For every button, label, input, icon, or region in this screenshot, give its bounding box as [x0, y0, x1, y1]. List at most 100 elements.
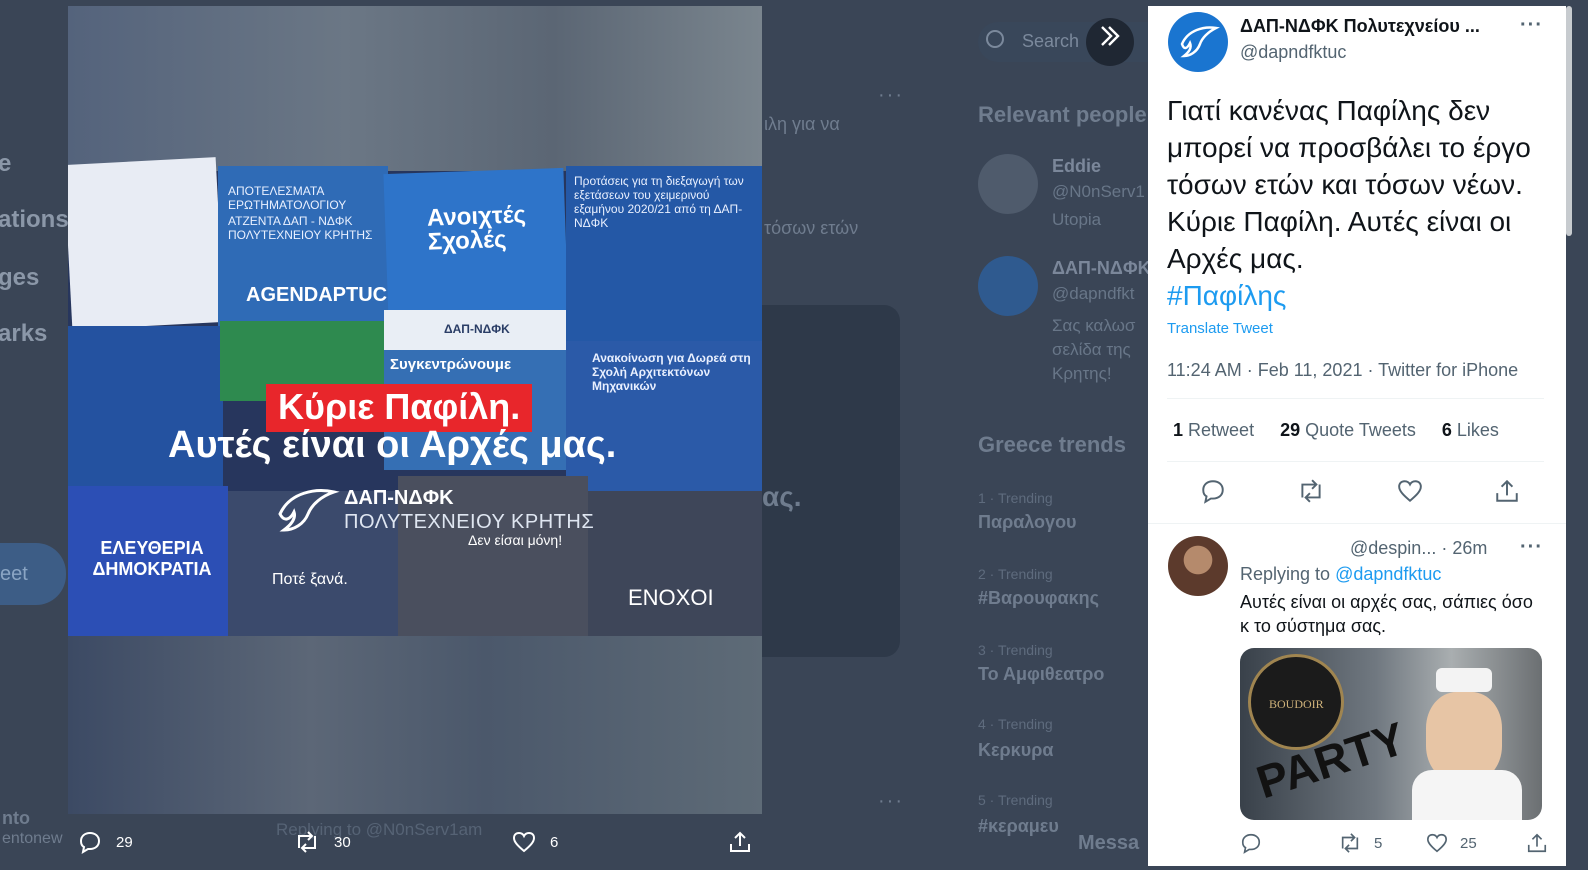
tweet-actions	[1200, 478, 1520, 504]
replying-prefix: Replying to	[1240, 564, 1331, 584]
person-bio: Σας καλωσ σελίδα της Κρητης!	[1052, 316, 1136, 383]
agenda-tile: AGENDAPTUC	[218, 268, 398, 326]
tile-text: ΑΤΖΕΝΤΑ ΔΑΠ - ΝΔΦΚ ΠΟΛΥΤΕΧΝΕΙΟΥ ΚΡΗΤΗΣ	[228, 214, 373, 242]
tile-text: ΕΛΕΥΘΕΡΙΑ ΔΗΜΟΚΡΑΤΙΑ	[92, 538, 212, 579]
reply-image[interactable]: BOUDOIR PARTY	[1240, 648, 1542, 820]
replying-to-link[interactable]: @dapndfktuc	[1335, 564, 1441, 584]
reply-button[interactable]: 29	[78, 830, 133, 854]
scrollbar[interactable]	[1566, 6, 1572, 236]
reply-text: Αυτές είναι οι αρχές σας, σάπιες όσο κ τ…	[1240, 592, 1533, 636]
trend-meta: 1 · Trending	[978, 490, 1053, 506]
photo-collage-bottom	[68, 636, 762, 814]
trend-meta: 5 · Trending	[978, 792, 1053, 808]
trend-name[interactable]: Κερκυρα	[978, 740, 1053, 761]
bg-text: ας.	[762, 481, 802, 512]
share-icon[interactable]	[1494, 478, 1520, 504]
trend-name[interactable]: #κεραμευ	[978, 816, 1059, 837]
retweet-icon[interactable]	[1297, 478, 1325, 504]
heart-icon[interactable]	[1397, 478, 1423, 504]
tile-text: ΔΑΠ-ΝΔΦΚ	[444, 322, 510, 336]
avatar[interactable]	[978, 154, 1038, 214]
tweet-timestamp[interactable]: 11:24 AM · Feb 11, 2021 · Twitter for iP…	[1167, 360, 1518, 381]
like-button[interactable]: 6	[512, 830, 558, 854]
person-figure	[1412, 770, 1522, 820]
nav-item[interactable]: arks	[0, 320, 47, 348]
nurse-cap	[1436, 668, 1492, 692]
translate-tweet-link[interactable]: Translate Tweet	[1167, 320, 1273, 337]
search-icon	[986, 30, 1004, 48]
person-name[interactable]: ΔΑΠ-ΝΔΦΚ	[1052, 258, 1151, 279]
next-media-button[interactable]	[1086, 18, 1134, 66]
heart-icon	[1427, 833, 1447, 853]
tweet-text: Γιατί κανένας Παφίλης δεν μπορεί να προσ…	[1167, 92, 1559, 314]
media-image: ΑΠΟΤΕΛΕΣΜΑΤΑ ΕΡΩΤΗΜΑΤΟΛΟΓΙΟΥ ΑΤΖΕΝΤΑ ΔΑΠ…	[68, 6, 762, 814]
more-options-icon[interactable]: ···	[1520, 536, 1543, 559]
announcement-tile: Ανακοίνωση για Δωρεά στη Σχολή Αρχιτεκτό…	[566, 341, 762, 491]
nav-item[interactable]: e	[0, 150, 11, 178]
trend-name[interactable]: Παραλογου	[978, 512, 1077, 533]
nav-item[interactable]: ations	[0, 206, 69, 234]
retweet-count: 5	[1374, 834, 1383, 852]
media-actions-bar: 29 30 6	[68, 826, 768, 866]
person-handle: @N0nServ1	[1052, 182, 1145, 201]
left-nav: e ations ges arks	[0, 0, 70, 870]
like-count: 6	[550, 833, 559, 851]
account-handle: entonew	[2, 830, 63, 847]
dap-tile: ΔΑΠ-ΝΔΦΚ	[384, 310, 566, 350]
author-name[interactable]: ΔΑΠ-ΝΔΦΚ Πολυτεχνείου ...	[1240, 16, 1480, 37]
dove-logo-icon	[1180, 26, 1220, 58]
tile-text: AGENDAPTUC	[246, 284, 388, 306]
tweet-stats: 1 Retweet 29 Quote Tweets 6 Likes	[1173, 420, 1499, 441]
reply-count: 29	[116, 833, 133, 851]
nav-item[interactable]: ges	[0, 264, 39, 292]
relevant-people-title: Relevant people	[978, 102, 1147, 127]
document-tile	[68, 157, 225, 330]
share-icon	[1527, 833, 1547, 853]
tile-text: ΑΠΟΤΕΛΕΣΜΑΤΑ ΕΡΩΤΗΜΑΤΟΛΟΓΙΟΥ	[228, 184, 347, 212]
likes-stat[interactable]: 6 Likes	[1442, 420, 1499, 441]
share-button[interactable]	[1526, 832, 1560, 854]
tile-text: Ανακοίνωση για Δωρεά στη Σχολή Αρχιτεκτό…	[592, 351, 751, 393]
share-button[interactable]	[728, 830, 766, 854]
photo-collage-top	[68, 6, 762, 171]
more-icon[interactable]: ···	[878, 84, 904, 107]
person-name[interactable]: Eddie	[1052, 156, 1101, 177]
replying-to: Replying to @dapndfktuc	[1240, 564, 1441, 585]
hashtag-link[interactable]: #Παφίλης	[1167, 277, 1559, 314]
retweet-icon	[1341, 833, 1359, 853]
dove-logo-icon	[278, 489, 340, 532]
retweet-button[interactable]: 5	[1338, 832, 1382, 854]
tile-text: Ποτέ ξανά.	[272, 571, 348, 588]
compose-tweet-button[interactable]: eet	[0, 543, 66, 605]
chevron-double-right-icon	[1101, 26, 1120, 46]
tweet-body: Γιατί κανένας Παφίλης δεν μπορεί να προσ…	[1167, 95, 1531, 274]
share-icon	[730, 831, 750, 852]
messages-label[interactable]: Messa	[1078, 832, 1139, 855]
retweets-stat[interactable]: 1 Retweet	[1173, 420, 1254, 441]
reply-button[interactable]	[1240, 832, 1274, 854]
quote-tweets-stat[interactable]: 29 Quote Tweets	[1280, 420, 1416, 441]
more-icon[interactable]: ···	[878, 790, 904, 813]
trend-name[interactable]: #Βαρουφακης	[978, 588, 1099, 609]
avatar[interactable]	[1168, 12, 1228, 72]
reply-icon[interactable]	[1200, 478, 1226, 504]
brand-subtitle: ΠΟΛΥΤΕΧΝΕΙΟΥ ΚΡΗΤΗΣ	[344, 511, 595, 533]
divider	[1148, 523, 1566, 524]
reply-handle-time[interactable]: @despin... · 26m	[1350, 538, 1487, 559]
tweet-detail-panel: ΔΑΠ-ΝΔΦΚ Πολυτεχνείου ... @dapndfktuc ··…	[1148, 6, 1566, 866]
like-button[interactable]: 25	[1426, 832, 1477, 854]
search-placeholder: Search	[1022, 31, 1080, 51]
avatar[interactable]	[978, 256, 1038, 316]
trend-name[interactable]: Το Αμφιθεατρο	[978, 664, 1104, 685]
brand-name: ΔΑΠ-ΝΔΦΚ	[344, 487, 454, 509]
quoted-tweet-card: ας.	[760, 305, 900, 657]
avatar[interactable]	[1168, 536, 1228, 596]
author-handle[interactable]: @dapndfktuc	[1240, 42, 1346, 63]
trend-meta: 3 · Trending	[978, 642, 1053, 658]
reply-actions: 5 25	[1240, 832, 1550, 862]
retweet-button[interactable]: 30	[294, 830, 351, 854]
more-options-icon[interactable]: ···	[1520, 14, 1543, 37]
bg-text: τόσων ετών	[764, 218, 859, 238]
tile-text: Ανοιχτές Σχολές	[426, 201, 527, 256]
heart-icon	[512, 831, 536, 853]
